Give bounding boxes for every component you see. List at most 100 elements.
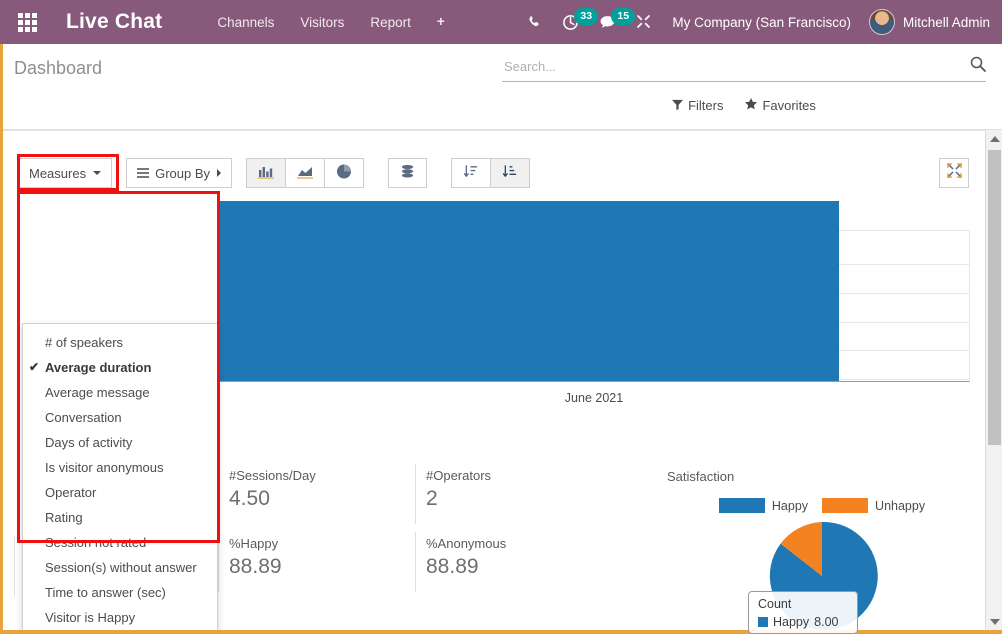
favorites-dropdown[interactable]: Favorites [745,98,816,113]
measure-item-days-of-activity[interactable]: Days of activity [23,430,217,455]
sort-descending-button[interactable] [490,158,530,188]
measure-label: Session(s) without answer [45,560,197,575]
search-input[interactable] [502,57,970,75]
search-actions: Filters Favorites [502,98,986,113]
apps-grid-icon[interactable] [10,0,44,44]
graph-toolbar: Measures Group By [18,158,530,188]
user-name-label: Mitchell Admin [902,14,990,30]
top-navbar: Live Chat Channels Visitors Report + 33 … [0,0,1002,44]
navbar-right-section: 33 15 My Company (San Francisco) Mitchel… [517,0,1002,44]
menu-item-add[interactable]: + [424,9,458,35]
measure-item-average-message[interactable]: Average message [23,380,217,405]
avatar [868,9,895,35]
measure-label: Visitor is Happy [45,610,136,625]
scroll-down-arrow-icon[interactable] [986,613,1002,630]
bar-chart-icon [258,165,274,182]
kpi-happy-percent: %Happy 88.89 [229,536,282,579]
filters-label: Filters [688,98,724,113]
phone-icon[interactable] [517,0,552,44]
kpi-value: 88.89 [426,555,479,578]
scrollbar-thumb[interactable] [988,150,1001,445]
kpi-value: 4.50 [229,487,270,510]
vertical-scrollbar[interactable] [985,130,1002,630]
measure-item-visitor-is-happy[interactable]: Visitor is Happy [23,605,217,630]
company-switcher[interactable]: My Company (San Francisco) [662,15,861,30]
bar-graph-plot [218,201,970,382]
main-menu: Channels Visitors Report + [204,9,457,36]
measure-label: Average message [45,385,150,400]
measure-label: Session not rated [45,535,147,550]
kpi-value: 2 [426,487,438,510]
measure-item-average-duration[interactable]: ✔ Average duration [23,355,217,380]
legend-label-happy: Happy [771,498,809,513]
measure-label: Time to answer (sec) [45,585,166,600]
stacked-layers-icon [400,164,415,182]
measure-item-session-not-rated[interactable]: Session not rated [23,530,217,555]
measure-item-sessions-without-answer[interactable]: Session(s) without answer [23,555,217,580]
tooltip-label: Happy [773,615,810,629]
expand-fullscreen-button[interactable] [939,158,969,188]
kpi-divider-2 [415,464,416,524]
measure-item-of-speakers[interactable]: # of speakers [23,330,217,355]
sort-ascending-icon [463,164,479,182]
measures-button[interactable]: Measures [18,158,113,188]
measure-label: Days of activity [45,435,133,450]
pie-chart-title: Satisfaction [667,469,735,484]
stacked-button[interactable] [388,158,427,188]
menu-item-report[interactable]: Report [357,9,424,36]
search-icon[interactable] [970,56,986,76]
tooltip-row: Happy 8.00 [758,615,848,629]
filter-icon [672,98,684,113]
measure-label: Average duration [45,360,152,375]
kpi-divider-5 [14,536,15,596]
favorites-label: Favorites [762,98,816,113]
search-view: Filters Favorites [502,56,986,113]
kpi-sessions-per-day: #Sessions/Day 4.50 [229,468,316,511]
tooltip-title: Count [758,597,792,611]
scroll-up-arrow-icon[interactable] [986,130,1002,147]
kpi-title: %Anonymous [426,536,507,551]
measure-label: Rating [45,510,83,525]
pie-chart-tooltip: Count Happy 8.00 [748,591,858,634]
chevron-down-icon [93,171,102,175]
dashboard-content: Measures Group By June 2021 #Sessions/Da… [0,130,1002,630]
measure-item-operator[interactable]: Operator [23,480,217,505]
pie-chart-legend: Happy Unhappy [667,498,977,513]
apps-grid-dots [17,12,37,32]
breadcrumb[interactable]: Dashboard [14,58,102,79]
chevron-right-icon [217,169,221,177]
control-panel: Dashboard Filters Favorites [0,44,1002,130]
app-brand-title[interactable]: Live Chat [66,10,162,34]
sort-group [451,158,530,188]
measure-item-is-visitor-anonymous[interactable]: Is visitor anonymous [23,455,217,480]
sort-ascending-button[interactable] [451,158,491,188]
chart-type-group [246,158,364,188]
group-by-button[interactable]: Group By [126,158,232,188]
measure-label: Is visitor anonymous [45,460,164,475]
menu-item-channels[interactable]: Channels [204,9,287,36]
debug-tools-icon[interactable] [626,0,662,44]
sort-descending-icon [502,164,518,182]
bar-chart-button[interactable] [246,158,286,188]
pie-chart-icon [336,164,352,182]
user-menu[interactable]: Mitchell Admin [861,9,990,35]
legend-swatch-happy [718,498,765,513]
measure-item-conversation[interactable]: Conversation [23,405,217,430]
activity-clock-icon[interactable]: 33 [552,0,599,44]
kpi-divider-4 [415,532,416,592]
measure-item-time-to-answer[interactable]: Time to answer (sec) [23,580,217,605]
kpi-anonymous-percent: %Anonymous 88.89 [426,536,506,579]
menu-item-visitors[interactable]: Visitors [287,9,357,36]
kpi-divider-3 [218,532,219,592]
measures-dropdown-menu: # of speakers ✔ Average duration Average… [22,323,218,630]
filters-dropdown[interactable]: Filters [672,98,723,113]
measure-label: Conversation [45,410,122,425]
left-edge-strip [0,44,3,634]
bar-graph-x-tick-label: June 2021 [564,391,624,405]
measure-item-rating[interactable]: Rating [23,505,217,530]
bar-series-yourwebsite[interactable] [219,201,839,381]
messages-icon[interactable]: 15 [589,0,636,44]
line-chart-button[interactable] [285,158,325,188]
pie-chart-button[interactable] [324,158,364,188]
search-row [502,56,986,82]
